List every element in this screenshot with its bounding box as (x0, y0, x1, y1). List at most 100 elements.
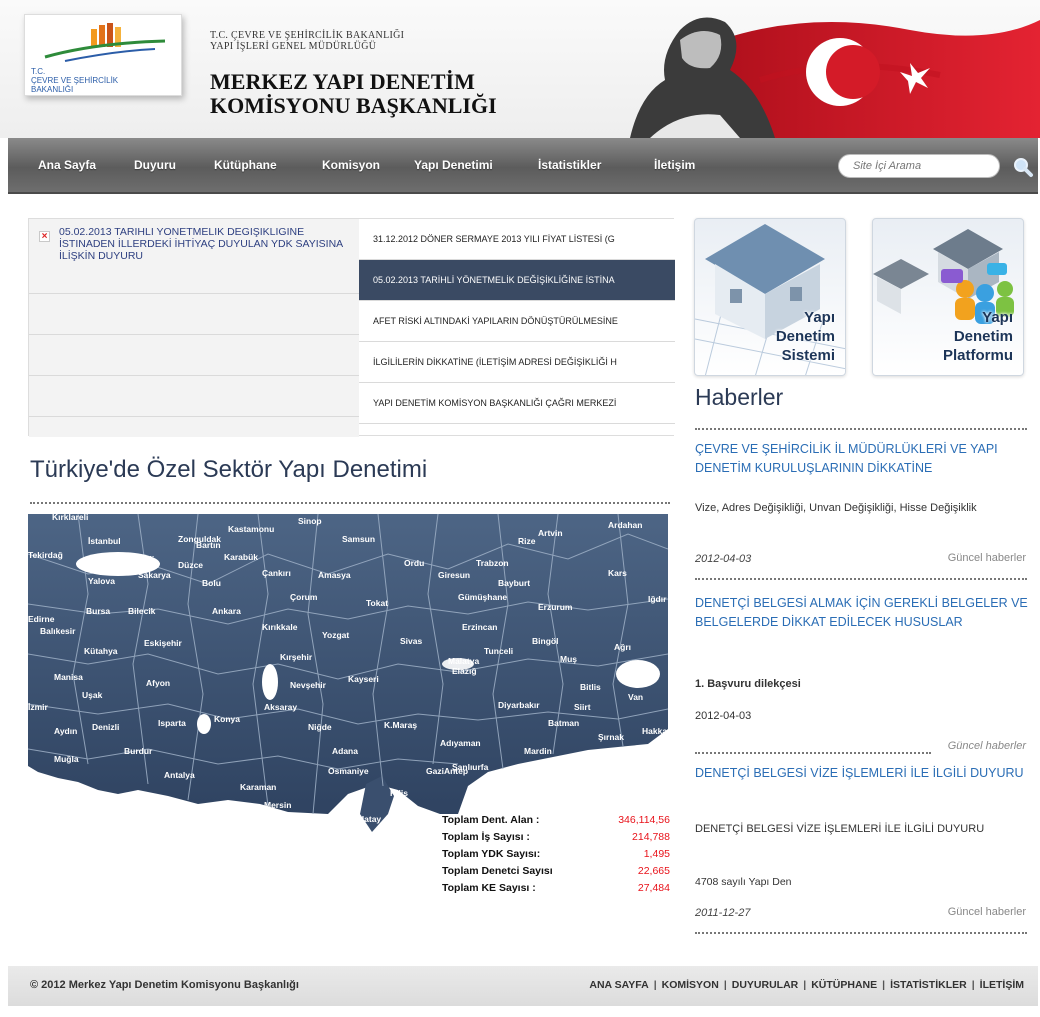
svg-text:Aydın: Aydın (54, 726, 77, 736)
slider-item-active[interactable]: 05.02.2013 TARİHLİ YÖNETMELİK DEĞİŞİKLİĞ… (359, 260, 675, 301)
search-icon[interactable] (1012, 156, 1034, 178)
svg-text:Manisa: Manisa (54, 672, 83, 682)
logo-text: T.C. ÇEVRE VE ŞEHİRCİLİK BAKANLIĞI (31, 67, 119, 94)
nav-item-ana-sayfa[interactable]: Ana Sayfa (38, 158, 96, 172)
svg-text:Ordu: Ordu (404, 558, 424, 568)
nav-item-istatistikler[interactable]: İstatistikler (538, 158, 601, 172)
news-item-title[interactable]: DENETÇİ BELGESİ ALMAK İÇİN GEREKLİ BELGE… (695, 594, 1030, 632)
turkey-map[interactable]: Artvin Ardahan Kars Iğdır Ağrı Van Hakkari Ş… (28, 514, 668, 864)
news-item-title[interactable]: DENETÇİ BELGESİ VİZE İŞLEMLERİ İLE İLGİL… (695, 764, 1030, 783)
svg-text:Iğdır: Iğdır (648, 594, 667, 604)
slider-item[interactable]: YAPI DENETİM KOMİSYON BAŞKANLIĞI ÇAĞRI M… (359, 383, 675, 424)
svg-text:Kütahya: Kütahya (84, 646, 118, 656)
footer-link-ana-sayfa[interactable]: ANA SAYFA (589, 979, 648, 991)
svg-text:Tokat: Tokat (366, 598, 388, 608)
svg-text:Trabzon: Trabzon (476, 558, 509, 568)
svg-text:Şırnak: Şırnak (598, 732, 624, 742)
dotted-divider (695, 428, 1027, 430)
svg-text:Bilecik: Bilecik (128, 606, 156, 616)
featured-announcement[interactable]: × 05.02.2013 TARIHLI YONETMELIK DEGIŞIKL… (29, 219, 359, 437)
svg-text:Bayburt: Bayburt (498, 578, 530, 588)
svg-text:Kilis: Kilis (390, 788, 408, 798)
footer: © 2012 Merkez Yapı Denetim Komisyonu Baş… (8, 966, 1038, 1006)
svg-text:Niğde: Niğde (308, 722, 332, 732)
svg-text:Mardin: Mardin (524, 746, 552, 756)
nav-item-duyuru[interactable]: Duyuru (134, 158, 176, 172)
footer-link-komisyon[interactable]: KOMİSYON (662, 979, 719, 991)
nav-item-iletisim[interactable]: İletişim (654, 158, 695, 172)
svg-text:Zonguldak: Zonguldak (178, 534, 221, 544)
svg-text:Sivas: Sivas (400, 636, 422, 646)
footer-link-iletisim[interactable]: İLETİŞİM (980, 979, 1024, 991)
svg-text:Osmaniye: Osmaniye (328, 766, 369, 776)
news-item-category-link[interactable]: Güncel haberler (880, 740, 1026, 752)
stat-value: 22,665 (637, 865, 670, 877)
svg-text:Burdur: Burdur (124, 746, 153, 756)
svg-text:Sakarya: Sakarya (138, 570, 171, 580)
stat-label: Toplam KE Sayısı : (442, 882, 536, 894)
map-section-title: Türkiye'de Özel Sektör Yapı Denetimi (30, 456, 428, 483)
nav-item-kutuphane[interactable]: Kütüphane (214, 158, 277, 172)
yapi-denetim-sistemi-card[interactable]: Yapı Denetim Sistemi (694, 218, 846, 376)
stat-label: Toplam YDK Sayısı: (442, 848, 541, 860)
dotted-divider (695, 932, 1027, 934)
news-heading: Haberler (695, 384, 784, 410)
svg-text:Diyarbakır: Diyarbakır (498, 700, 540, 710)
nav-item-yapi-denetimi[interactable]: Yapı Denetimi (414, 158, 493, 172)
ministry-name: T.C. ÇEVRE VE ŞEHİRCİLİK BAKANLIĞI YAPI … (210, 30, 405, 52)
ministry-logo[interactable]: T.C. ÇEVRE VE ŞEHİRCİLİK BAKANLIĞI (24, 14, 182, 96)
stat-value: 214,788 (632, 831, 670, 843)
svg-text:Giresun: Giresun (438, 570, 470, 580)
divider (29, 375, 359, 376)
svg-text:Adana: Adana (332, 746, 358, 756)
news-item-date: 2012-04-03 (695, 710, 752, 722)
footer-link-kutuphane[interactable]: KÜTÜPHANE (811, 979, 877, 991)
svg-text:Ardahan: Ardahan (608, 520, 642, 530)
nav-item-komisyon[interactable]: Komisyon (322, 158, 380, 172)
svg-text:Kocaeli: Kocaeli (124, 554, 154, 564)
svg-text:Eskişehir: Eskişehir (144, 638, 182, 648)
svg-text:Edirne: Edirne (28, 614, 55, 624)
card-label: Yapı Denetim Sistemi (775, 309, 835, 364)
slider-item[interactable]: İLGİLİLERİN DİKKATİNE (İLETİŞİM ADRESİ D… (359, 342, 675, 383)
svg-text:Elazığ: Elazığ (452, 666, 477, 676)
svg-text:Kırklareli: Kırklareli (52, 514, 88, 522)
svg-text:Nevşehir: Nevşehir (290, 680, 327, 690)
search-input[interactable] (838, 154, 1000, 178)
svg-text:Bingöl: Bingöl (532, 636, 558, 646)
close-icon[interactable]: × (39, 231, 50, 242)
footer-link-duyurular[interactable]: DUYURULAR (732, 979, 799, 991)
svg-text:Sinop: Sinop (298, 516, 322, 526)
news-item-date: 2011-12-27 (695, 907, 751, 919)
svg-text:Artvin: Artvin (538, 528, 563, 538)
svg-text:Ağrı: Ağrı (614, 642, 631, 652)
svg-text:Erzurum: Erzurum (538, 602, 573, 612)
slider-item[interactable]: AFET RİSKİ ALTINDAKİ YAPILARIN DÖNÜŞTÜRÜ… (359, 301, 675, 342)
svg-text:Mersin: Mersin (264, 800, 291, 810)
news-item-title[interactable]: ÇEVRE VE ŞEHİRCİLİK İL MÜDÜRLÜKLERİ VE Y… (695, 440, 1030, 478)
copyright-text: © 2012 Merkez Yapı Denetim Komisyonu Baş… (30, 979, 299, 991)
svg-text:Kastamonu: Kastamonu (228, 524, 274, 534)
yapi-denetim-platformu-card[interactable]: Yapı Denetim Platformu (872, 218, 1024, 376)
site-title: MERKEZ YAPI DENETİM KOMİSYONU BAŞKANLIĞI (210, 69, 497, 118)
svg-text:Karaman: Karaman (240, 782, 276, 792)
svg-text:Kars: Kars (608, 568, 627, 578)
footer-link-istatistikler[interactable]: İSTATİSTİKLER (890, 979, 967, 991)
svg-text:Düzce: Düzce (178, 560, 203, 570)
separator: | (971, 979, 975, 991)
svg-text:Tekirdağ: Tekirdağ (28, 550, 63, 560)
card-label: Yapı Denetim Platformu (942, 309, 1013, 364)
svg-text:Afyon: Afyon (146, 678, 170, 688)
featured-announcement-text: 05.02.2013 TARIHLI YONETMELIK DEGIŞIKLIG… (59, 226, 343, 262)
news-item-category-link[interactable]: Güncel haberler (880, 552, 1026, 564)
dotted-divider (695, 752, 931, 754)
separator: | (803, 979, 807, 991)
svg-text:Hatay: Hatay (358, 814, 381, 824)
svg-text:Karabük: Karabük (224, 552, 258, 562)
main-nav: Ana Sayfa Duyuru Kütüphane Komisyon Yapı… (8, 138, 1038, 194)
slider-item[interactable]: 31.12.2012 DÖNER SERMAYE 2013 YILI FİYAT… (359, 219, 675, 260)
svg-text:Yalova: Yalova (88, 576, 115, 586)
svg-text:Aksaray: Aksaray (264, 702, 297, 712)
news-item-body: Vize, Adres Değişikliği, Unvan Değişikli… (695, 502, 977, 514)
news-item-category-link[interactable]: Güncel haberler (880, 906, 1026, 918)
